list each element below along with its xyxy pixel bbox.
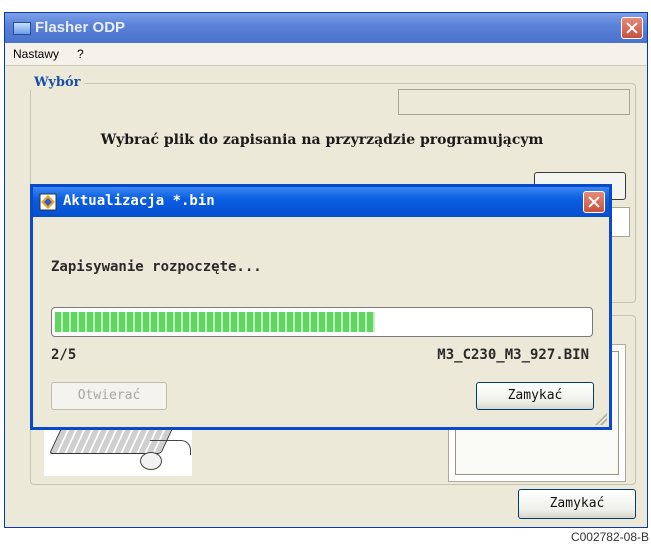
file-counter: 2/5	[51, 347, 77, 363]
dialog-close-button[interactable]: Zamykać	[476, 382, 594, 410]
main-close-icon[interactable]	[621, 17, 643, 39]
current-filename: M3_C230_M3_927.BIN	[437, 347, 589, 363]
resize-grip-icon[interactable]	[595, 413, 607, 425]
menu-item-settings[interactable]: Nastawy	[13, 47, 59, 61]
instruction-text: Wybrać plik do zapisania na przyrządzie …	[100, 132, 544, 148]
progress-fill	[55, 312, 375, 332]
selection-group-label: Wybór	[30, 75, 85, 90]
menu-item-help[interactable]: ?	[77, 47, 84, 61]
main-title-bar[interactable]: Flasher ODP	[5, 13, 647, 43]
open-button[interactable]: Otwierać	[51, 382, 167, 410]
reference-code: C002782-08-B	[570, 530, 649, 544]
app-window-icon	[13, 22, 31, 35]
main-window-title: Flasher ODP	[35, 19, 126, 36]
program-update-icon	[39, 193, 57, 211]
mouse-icon	[140, 452, 162, 470]
update-dialog: Aktualizacja *.bin Zapisywanie rozpoczęt…	[30, 184, 612, 430]
status-message: Zapisywanie rozpoczęte...	[51, 259, 262, 275]
menu-bar: Nastawy ?	[5, 43, 647, 66]
file-path-field[interactable]	[398, 89, 630, 115]
progress-bar	[51, 307, 593, 337]
dialog-title-bar[interactable]: Aktualizacja *.bin	[33, 187, 609, 217]
dialog-close-icon[interactable]	[583, 191, 605, 213]
dialog-title: Aktualizacja *.bin	[63, 193, 215, 209]
main-close-button[interactable]: Zamykać	[518, 489, 636, 519]
